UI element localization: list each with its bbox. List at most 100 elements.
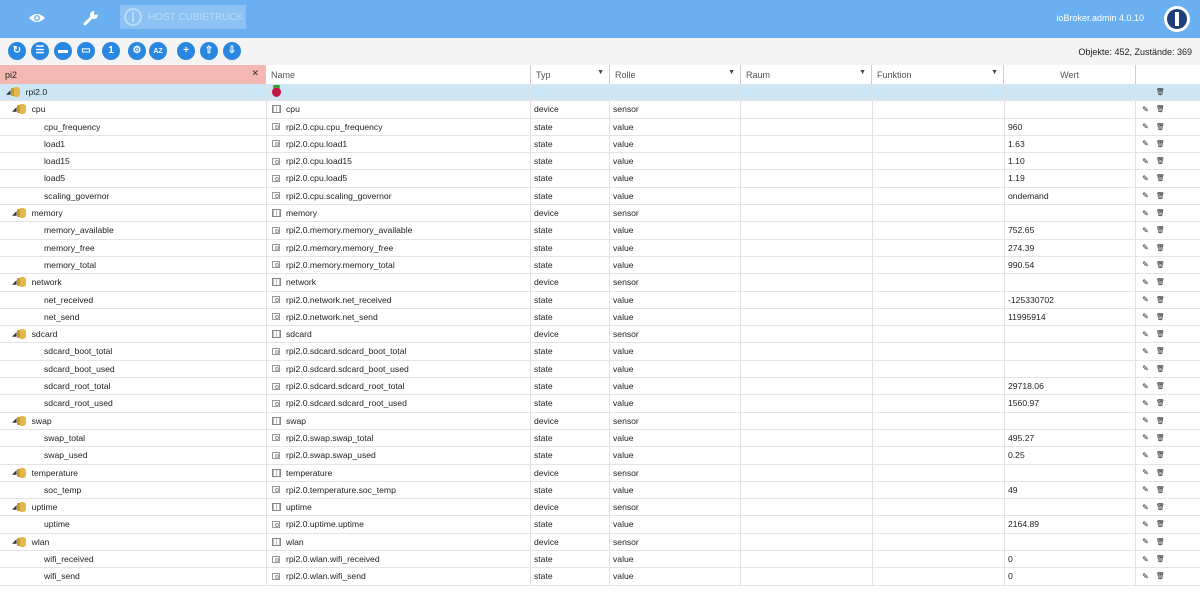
table-row[interactable]: sdcard_boot_used rpi2.0.sdcard.sdcard_boo… [0, 360, 1200, 379]
tree-cell[interactable]: ◢ memory [12, 205, 63, 221]
edit-icon[interactable]: ✎ [1139, 276, 1152, 288]
edit-icon[interactable]: ✎ [1139, 501, 1152, 513]
table-row[interactable]: load5 rpi2.0.cpu.load5 state value 1.19 ✎ 🗑 [0, 170, 1200, 188]
edit-icon[interactable]: ✎ [1139, 449, 1152, 461]
delete-icon[interactable]: 🗑 [1154, 449, 1167, 461]
delete-icon[interactable]: 🗑 [1154, 259, 1167, 271]
tree-cell[interactable]: ◢ network [12, 274, 62, 290]
wert-cell[interactable]: 0 [1008, 568, 1013, 584]
edit-icon[interactable]: ✎ [1139, 432, 1152, 444]
tree-cell[interactable]: sdcard_root_used [30, 395, 113, 411]
expand-toggle-icon[interactable]: ◢ [12, 469, 17, 476]
table-row[interactable]: net_send rpi2.0.network.net_send state valu… [0, 308, 1200, 327]
delete-icon[interactable]: 🗑 [1154, 518, 1167, 530]
column-name[interactable]: Name [266, 65, 531, 84]
delete-icon[interactable]: 🗑 [1154, 345, 1167, 357]
table-row[interactable]: soc_temp rpi2.0.temperature.soc_temp state… [0, 481, 1200, 500]
download-button[interactable]: ⇩ [223, 42, 241, 60]
wrench-icon[interactable] [80, 8, 102, 28]
edit-icon[interactable]: ✎ [1139, 311, 1152, 323]
table-row[interactable]: swap_used rpi2.0.swap.swap_used state value… [0, 447, 1200, 465]
edit-icon[interactable]: ✎ [1139, 242, 1152, 254]
tree-cell[interactable]: swap_total [30, 430, 85, 446]
wert-cell[interactable]: 990.54 [1008, 257, 1034, 273]
delete-icon[interactable]: 🗑 [1154, 397, 1167, 409]
wert-cell[interactable]: ondemand [1008, 188, 1049, 204]
edit-icon[interactable]: ✎ [1139, 259, 1152, 271]
table-row[interactable]: sdcard_root_total rpi2.0.sdcard.sdcard_ro… [0, 378, 1200, 396]
wert-cell[interactable]: 1.10 [1008, 153, 1025, 169]
column-raum[interactable]: Raum ▼ [741, 65, 872, 84]
delete-icon[interactable]: 🗑 [1154, 207, 1167, 219]
edit-icon[interactable]: ✎ [1139, 103, 1152, 115]
table-row[interactable]: ◢ temperature temperature device sensor ✎ 🗑 [0, 464, 1200, 482]
id-filter-input[interactable]: pi2 ✕ [0, 65, 266, 84]
expand-toggle-icon[interactable]: ◢ [12, 504, 17, 511]
tree-cell[interactable]: sdcard_root_total [30, 378, 110, 394]
delete-icon[interactable]: 🗑 [1154, 155, 1167, 167]
edit-icon[interactable]: ✎ [1139, 345, 1152, 357]
edit-icon[interactable]: ✎ [1139, 224, 1152, 236]
expand-toggle-icon[interactable]: ◢ [12, 417, 17, 424]
delete-icon[interactable]: 🗑 [1154, 224, 1167, 236]
edit-icon[interactable]: ✎ [1139, 467, 1152, 479]
delete-icon[interactable]: 🗑 [1154, 570, 1167, 582]
tree-cell[interactable]: memory_free [30, 240, 95, 256]
column-rolle[interactable]: Rolle ▼ [610, 65, 741, 84]
expand-folders-button[interactable]: ▭ [77, 42, 95, 60]
tree-cell[interactable]: net_send [30, 309, 79, 325]
column-typ[interactable]: Typ ▼ [531, 65, 610, 84]
wert-cell[interactable]: 752.65 [1008, 222, 1034, 238]
edit-icon[interactable]: ✎ [1139, 155, 1152, 167]
table-row[interactable]: wifi_send rpi2.0.wlan.wifi_send state value… [0, 568, 1200, 586]
table-row[interactable]: net_received rpi2.0.network.net_received s… [0, 291, 1200, 309]
sort-az-button[interactable]: AZ [149, 42, 167, 60]
wert-cell[interactable]: 1.19 [1008, 170, 1025, 186]
tree-cell[interactable]: sdcard_boot_total [30, 343, 112, 359]
settings-button[interactable]: ⚙ [128, 42, 146, 60]
tree-cell[interactable]: ◢ cpu [12, 101, 45, 117]
edit-icon[interactable]: ✎ [1139, 363, 1152, 375]
tree-cell[interactable]: cpu_frequency [30, 119, 100, 135]
wert-cell[interactable]: 1.63 [1008, 136, 1025, 152]
expand-toggle-icon[interactable]: ◢ [12, 106, 17, 113]
expand-toggle-icon[interactable]: ◢ [6, 89, 11, 96]
tree-cell[interactable]: uptime [30, 516, 70, 532]
delete-icon[interactable]: 🗑 [1154, 311, 1167, 323]
edit-icon[interactable]: ✎ [1139, 484, 1152, 496]
table-row[interactable]: ◢ sdcard sdcard device sensor ✎ 🗑 [0, 326, 1200, 344]
wert-cell[interactable]: 495.27 [1008, 430, 1034, 446]
delete-icon[interactable]: 🗑 [1154, 294, 1167, 306]
table-row[interactable]: ◢ cpu cpu device sensor ✎ 🗑 [0, 101, 1200, 119]
add-object-button[interactable]: + [177, 42, 195, 60]
tree-cell[interactable]: ◢ sdcard [12, 326, 57, 342]
collapse-folders-button[interactable]: ▬ [54, 42, 72, 60]
tree-cell[interactable]: ◢ swap [12, 413, 52, 429]
tree-cell[interactable]: ◢ uptime [12, 499, 57, 515]
wert-cell[interactable]: 0.25 [1008, 447, 1025, 463]
wert-cell[interactable]: 11995914 [1008, 309, 1046, 325]
table-row[interactable]: ◢ rpi2.0 🗑 [0, 84, 1200, 102]
table-row[interactable]: uptime rpi2.0.uptime.uptime state value 2164… [0, 516, 1200, 534]
table-row[interactable]: ◢ network network device sensor ✎ 🗑 [0, 274, 1200, 292]
table-row[interactable]: scaling_governor rpi2.0.cpu.scaling_gover… [0, 187, 1200, 206]
edit-icon[interactable]: ✎ [1139, 518, 1152, 530]
expand-toggle-icon[interactable]: ◢ [12, 331, 17, 338]
table-row[interactable]: memory_total rpi2.0.memory.memory_total st… [0, 256, 1200, 275]
wert-cell[interactable]: 274.39 [1008, 240, 1034, 256]
edit-icon[interactable]: ✎ [1139, 121, 1152, 133]
tree-cell[interactable]: ◢ rpi2.0 [6, 84, 47, 100]
table-row[interactable]: ◢ wlan wlan device sensor ✎ 🗑 [0, 533, 1200, 552]
delete-icon[interactable]: 🗑 [1154, 86, 1167, 98]
refresh-button[interactable]: ↻ [8, 42, 26, 60]
tree-cell[interactable]: load15 [30, 153, 70, 169]
delete-icon[interactable]: 🗑 [1154, 328, 1167, 340]
edit-icon[interactable]: ✎ [1139, 172, 1152, 184]
table-row[interactable]: load15 rpi2.0.cpu.load15 state value 1.10 ✎ 🗑 [0, 153, 1200, 171]
delete-icon[interactable]: 🗑 [1154, 536, 1167, 548]
delete-icon[interactable]: 🗑 [1154, 190, 1167, 202]
table-row[interactable]: ◢ memory memory device sensor ✎ 🗑 [0, 205, 1200, 223]
expand-toggle-icon[interactable]: ◢ [12, 279, 17, 286]
table-row[interactable]: ◢ swap swap device sensor ✎ 🗑 [0, 412, 1200, 430]
tree-cell[interactable]: memory_available [30, 222, 114, 238]
